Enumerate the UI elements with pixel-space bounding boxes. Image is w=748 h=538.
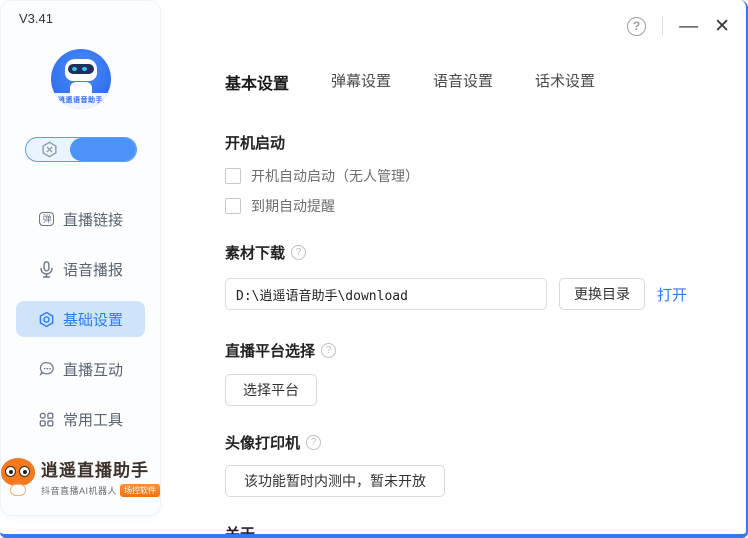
tab-script-settings[interactable]: 话术设置 (535, 70, 595, 94)
sidebar-item-voice-broadcast[interactable]: 语音播报 (16, 251, 145, 287)
download-path-input[interactable] (225, 278, 547, 310)
tab-voice-settings[interactable]: 语音设置 (433, 70, 493, 94)
sidebar-item-live-link[interactable]: 弹 直播链接 (16, 201, 145, 237)
sidebar-item-live-interaction[interactable]: 直播互动 (16, 351, 145, 387)
change-directory-button[interactable]: 更换目录 (559, 278, 645, 310)
beta-feature-button[interactable]: 该功能暂时内测中，暂未开放 (225, 465, 445, 497)
sidebar-item-label: 语音播报 (63, 259, 123, 280)
sidebar-item-label: 直播链接 (63, 209, 123, 230)
section-title-platform: 直播平台选择 (225, 340, 315, 361)
sidebar: V3.41 逍遥语音助手 (0, 0, 161, 516)
chat-bubble-icon (38, 360, 56, 378)
tab-basic-settings[interactable]: 基本设置 (225, 70, 289, 94)
brand-badge: 场控软件 (120, 484, 160, 497)
section-about: 关于 了解语音助手 (225, 523, 746, 538)
sidebar-menu: 弹 直播链接 语音播报 (1, 201, 160, 451)
section-title-about: 关于 (225, 523, 746, 538)
app-avatar: 逍遥语音助手 (51, 49, 111, 109)
avatar-banner-text: 逍遥语音助手 (51, 93, 111, 109)
section-material-download: 素材下载 ? 更换目录 打开 (225, 242, 746, 310)
checkbox-label[interactable]: 到期自动提醒 (251, 196, 335, 216)
danmu-bubble-icon: 弹 (38, 210, 56, 228)
open-directory-link[interactable]: 打开 (657, 284, 687, 305)
microphone-icon (38, 260, 56, 278)
apps-grid-icon (38, 410, 56, 428)
section-platform-select: 直播平台选择 ? 选择平台 (225, 340, 746, 406)
platform-help-icon[interactable]: ? (321, 343, 336, 358)
sidebar-item-label: 直播互动 (63, 359, 123, 380)
brand-subtitle: 抖音直播AI机器人 (41, 484, 117, 497)
sidebar-item-basic-settings[interactable]: 基础设置 (16, 301, 145, 337)
checkbox-expiry-reminder[interactable] (225, 198, 241, 214)
owl-mascot-icon (1, 458, 35, 496)
section-avatar-printer: 头像打印机 ? 该功能暂时内测中，暂未开放 (225, 432, 746, 497)
avatar-printer-help-icon[interactable]: ? (306, 435, 321, 450)
sidebar-item-common-tools[interactable]: 常用工具 (16, 401, 145, 437)
sidebar-item-label: 常用工具 (63, 409, 123, 430)
sidebar-item-label: 基础设置 (63, 309, 123, 330)
section-title-startup: 开机启动 (225, 132, 746, 153)
section-title-material: 素材下载 (225, 242, 285, 263)
settings-tabs: 基本设置 弹幕设置 语音设置 话术设置 (225, 70, 746, 94)
checkbox-label[interactable]: 开机自动启动（无人管理） (251, 166, 419, 186)
gear-icon (38, 310, 56, 328)
hexagon-icon (41, 141, 58, 158)
main-panel: 基本设置 弹幕设置 语音设置 话术设置 开机启动 开机自动启动（无人管理） 到期… (161, 0, 746, 534)
section-startup: 开机启动 开机自动启动（无人管理） 到期自动提醒 (225, 132, 746, 216)
select-platform-button[interactable]: 选择平台 (225, 374, 317, 406)
checkbox-auto-start[interactable] (225, 168, 241, 184)
tab-danmu-settings[interactable]: 弹幕设置 (331, 70, 391, 94)
material-help-icon[interactable]: ? (291, 245, 306, 260)
app-window: V3.41 逍遥语音助手 (0, 0, 748, 538)
brand-title: 逍遥直播助手 (41, 456, 160, 481)
brand-footer: 逍遥直播助手 抖音直播AI机器人 场控软件 (1, 456, 160, 497)
version-label: V3.41 (19, 11, 53, 26)
section-title-avatar-printer: 头像打印机 (225, 432, 300, 453)
voice-toggle-switch[interactable] (25, 137, 137, 162)
